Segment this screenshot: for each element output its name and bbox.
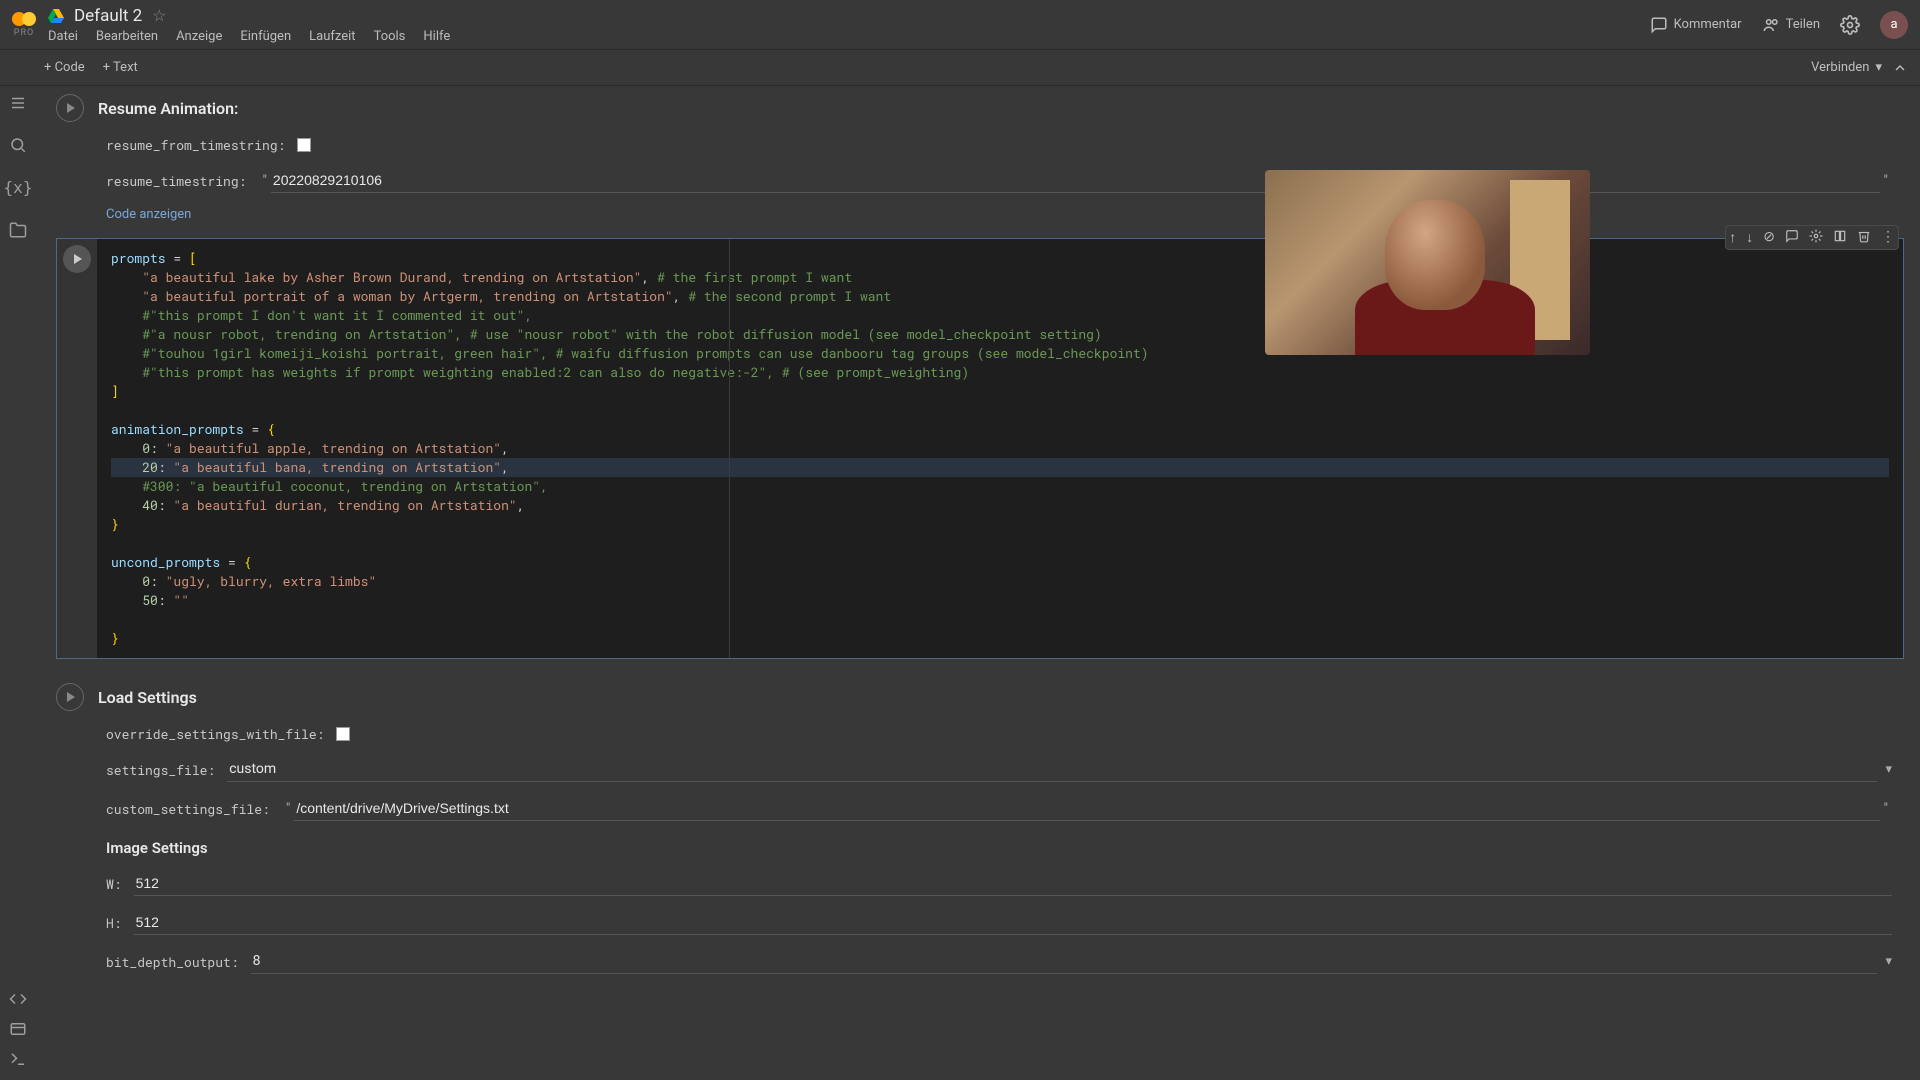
app-header: PRO Default 2 ☆ Datei Bearbeiten Anzeige… [0, 0, 1920, 50]
code-gutter [57, 239, 97, 658]
cell-toolbar: ↑ ↓ ⊘ ⋮ [1725, 225, 1899, 250]
files-icon[interactable] [9, 221, 27, 239]
show-code-link[interactable]: Code anzeigen [106, 207, 191, 222]
quote-close: " [1884, 801, 1888, 817]
command-palette-icon[interactable] [9, 1020, 27, 1038]
document-title[interactable]: Default 2 [74, 6, 142, 26]
add-code-button[interactable]: + Code [44, 60, 85, 75]
more-cell-icon[interactable]: ⋮ [1881, 229, 1895, 246]
star-icon[interactable]: ☆ [152, 6, 166, 25]
share-label: Teilen [1786, 17, 1820, 32]
colab-logo[interactable]: PRO [12, 12, 36, 38]
resume-timestring-label: resume_timestring: [106, 172, 246, 190]
override-settings-checkbox[interactable] [336, 727, 350, 741]
run-code-button[interactable] [63, 245, 91, 273]
terminal-icon[interactable] [9, 1050, 27, 1068]
variables-icon[interactable]: {x} [4, 178, 33, 197]
comment-button[interactable]: Kommentar [1650, 16, 1742, 34]
quote-close: " [1884, 173, 1888, 189]
override-settings-label: override_settings_with_file: [106, 725, 324, 743]
quote-open: " [262, 173, 266, 189]
left-rail: {x} [0, 86, 36, 1080]
user-avatar[interactable]: a [1880, 11, 1908, 39]
chevron-down-icon: ▾ [1885, 954, 1892, 969]
resume-animation-section: Resume Animation: resume_from_timestring… [52, 94, 1912, 222]
collapse-toolbar-icon[interactable] [1892, 60, 1908, 76]
avatar-letter: a [1890, 17, 1897, 32]
menu-insert[interactable]: Einfügen [240, 29, 291, 44]
custom-settings-file-label: custom_settings_file: [106, 800, 270, 818]
load-settings-title: Load Settings [98, 688, 197, 707]
settings-file-select[interactable]: custom [227, 757, 1877, 782]
menu-view[interactable]: Anzeige [176, 29, 222, 44]
move-up-icon[interactable]: ↑ [1729, 229, 1736, 246]
connect-button[interactable]: Verbinden ▾ [1811, 60, 1882, 75]
custom-settings-file-input[interactable] [294, 796, 1879, 821]
code-cell: ↑ ↓ ⊘ ⋮ prompts = [ "a beautiful lake by [56, 238, 1904, 659]
run-cell-button[interactable] [56, 94, 84, 122]
mirror-cell-icon[interactable] [1833, 229, 1847, 246]
comment-cell-icon[interactable] [1785, 229, 1799, 246]
toc-icon[interactable] [9, 94, 27, 112]
chevron-down-icon: ▾ [1885, 762, 1892, 777]
comment-label: Kommentar [1674, 17, 1742, 32]
share-icon [1762, 16, 1780, 34]
bit-depth-label: bit_depth_output: [106, 953, 239, 971]
comment-icon [1650, 16, 1668, 34]
menu-help[interactable]: Hilfe [423, 29, 450, 44]
chevron-down-icon: ▾ [1875, 60, 1882, 75]
menu-runtime[interactable]: Laufzeit [309, 29, 355, 44]
logo-graphic [12, 12, 36, 26]
move-down-icon[interactable]: ↓ [1746, 229, 1753, 246]
delete-cell-icon[interactable] [1857, 229, 1871, 246]
connect-label: Verbinden [1811, 60, 1869, 75]
share-button[interactable]: Teilen [1762, 16, 1820, 34]
resume-timestring-input[interactable] [271, 168, 1880, 193]
width-label: W: [106, 875, 122, 893]
notebook-toolbar: + Code + Text Verbinden ▾ [0, 50, 1920, 86]
width-input[interactable] [134, 871, 1892, 896]
settings-icon[interactable] [1840, 15, 1860, 35]
title-area: Default 2 ☆ Datei Bearbeiten Anzeige Ein… [48, 6, 450, 44]
height-label: H: [106, 914, 122, 932]
height-input[interactable] [134, 910, 1892, 935]
menu-bar: Datei Bearbeiten Anzeige Einfügen Laufze… [48, 29, 450, 44]
resume-from-timestring-label: resume_from_timestring: [106, 136, 285, 154]
image-settings-title: Image Settings [106, 839, 1912, 857]
add-text-button[interactable]: + Text [103, 60, 138, 75]
search-icon[interactable] [9, 136, 27, 154]
run-cell-button[interactable] [56, 683, 84, 711]
drive-icon [48, 8, 64, 24]
menu-tools[interactable]: Tools [374, 29, 406, 44]
resume-from-timestring-checkbox[interactable] [297, 138, 311, 152]
resume-title: Resume Animation: [98, 99, 238, 118]
load-settings-section: Load Settings override_settings_with_fil… [52, 683, 1912, 974]
quote-open: " [286, 801, 290, 817]
editor-ruler [729, 239, 730, 658]
menu-edit[interactable]: Bearbeiten [96, 29, 158, 44]
cell-settings-icon[interactable] [1809, 229, 1823, 246]
code-editor[interactable]: prompts = [ "a beautiful lake by Asher B… [97, 239, 1903, 658]
main-content: Resume Animation: resume_from_timestring… [36, 86, 1920, 1080]
logo-pro-badge: PRO [14, 28, 34, 38]
bit-depth-select[interactable]: 8 [251, 949, 1878, 974]
menu-file[interactable]: Datei [48, 29, 78, 44]
code-snippets-icon[interactable] [9, 990, 27, 1008]
settings-file-label: settings_file: [106, 761, 215, 779]
link-cell-icon[interactable]: ⊘ [1763, 229, 1775, 246]
webcam-overlay [1265, 170, 1590, 355]
